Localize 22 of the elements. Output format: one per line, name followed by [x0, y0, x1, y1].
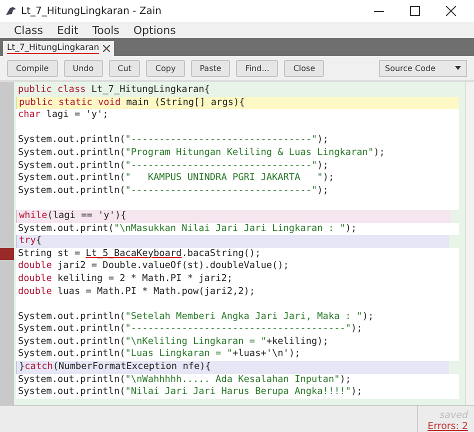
bird-icon [5, 6, 17, 16]
menu-item[interactable]: Edit [56, 24, 78, 36]
editor-tab[interactable]: Lt_7_HitungLingkaran [3, 41, 114, 56]
menu-item[interactable]: Options [133, 24, 176, 36]
window-title: Lt_7_HitungLingkaran - Zain [21, 6, 163, 16]
toolbar-button[interactable]: Compile [7, 60, 58, 76]
toolbar-button[interactable]: Paste [190, 60, 230, 76]
tab-label[interactable]: Lt_7_HitungLingkaran [7, 43, 100, 54]
toolbar-button[interactable]: Copy [146, 60, 185, 76]
toolbar-button[interactable]: Close [284, 60, 324, 76]
errors-link[interactable]: Errors: 2 [428, 421, 468, 432]
toolbar-button[interactable]: Find... [236, 60, 278, 76]
toolbar-button[interactable]: Cut [108, 60, 140, 76]
close-icon[interactable] [446, 6, 456, 16]
toolbar-button[interactable]: Undo [64, 60, 103, 76]
view-dropdown[interactable]: Source Code [379, 60, 467, 76]
menu-item[interactable]: Class [14, 24, 43, 36]
scrollbar[interactable] [465, 82, 474, 405]
maximize-icon[interactable] [410, 6, 420, 16]
close-icon[interactable] [103, 45, 110, 52]
caret-icon [455, 66, 461, 70]
menu-item[interactable]: Tools [92, 24, 120, 36]
